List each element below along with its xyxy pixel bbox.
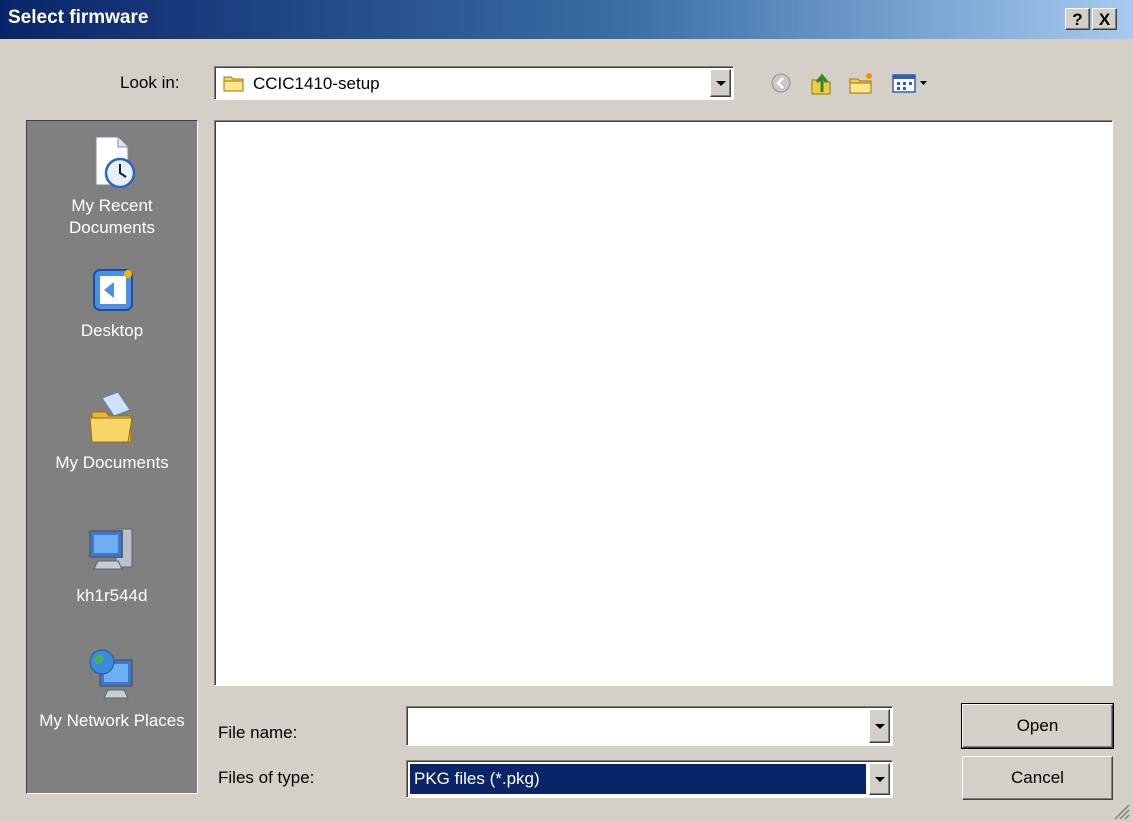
new-folder-icon[interactable] [846, 68, 876, 98]
window-title: Select firmware [8, 7, 149, 28]
places-bar: My Recent Documents Desktop My Documents… [26, 120, 198, 794]
cancel-button[interactable]: Cancel [962, 756, 1113, 800]
up-folder-icon[interactable] [806, 68, 836, 98]
place-label: My Recent Documents [69, 196, 155, 237]
look-in-dropdown-button[interactable] [710, 69, 731, 97]
file-type-dropdown-button[interactable] [869, 763, 890, 795]
place-label: kh1r544d [76, 586, 148, 605]
open-button[interactable]: Open [961, 703, 1114, 749]
title-bar: Select firmware ? X [0, 0, 1133, 39]
network-places-icon [89, 649, 133, 699]
place-label: Desktop [80, 321, 144, 340]
computer-icon [89, 528, 133, 570]
place-label: My Documents [55, 453, 169, 472]
my-documents-icon [89, 391, 133, 443]
file-name-combobox[interactable] [406, 706, 893, 746]
file-type-dropdown[interactable]: PKG files (*.pkg) [406, 760, 893, 798]
place-recent-documents[interactable]: My Recent Documents [27, 133, 197, 239]
place-label: My Network Places [39, 711, 185, 730]
file-type-label: Files of type: [218, 768, 315, 787]
desktop-icon [93, 269, 133, 311]
help-button[interactable]: ? [1065, 8, 1090, 30]
look-in-value: CCIC1410-setup [253, 74, 380, 93]
file-list[interactable] [214, 120, 1113, 686]
look-in-label: Look in: [120, 73, 180, 92]
place-my-documents[interactable]: My Documents [27, 386, 197, 474]
place-desktop[interactable]: Desktop [27, 266, 197, 342]
place-my-computer[interactable]: kh1r544d [27, 521, 197, 607]
resize-grip-icon[interactable] [1112, 802, 1130, 820]
look-in-dropdown[interactable]: CCIC1410-setup [214, 66, 734, 100]
file-name-dropdown-button[interactable] [869, 709, 890, 743]
place-my-network-places[interactable]: My Network Places [27, 646, 197, 732]
close-button[interactable]: X [1092, 8, 1117, 30]
recent-documents-icon [95, 136, 136, 189]
back-icon[interactable] [766, 68, 796, 98]
file-name-label: File name: [218, 723, 298, 742]
view-menu-icon[interactable] [890, 68, 936, 98]
folder-icon [223, 76, 244, 92]
file-type-value: PKG files (*.pkg) [414, 769, 540, 788]
